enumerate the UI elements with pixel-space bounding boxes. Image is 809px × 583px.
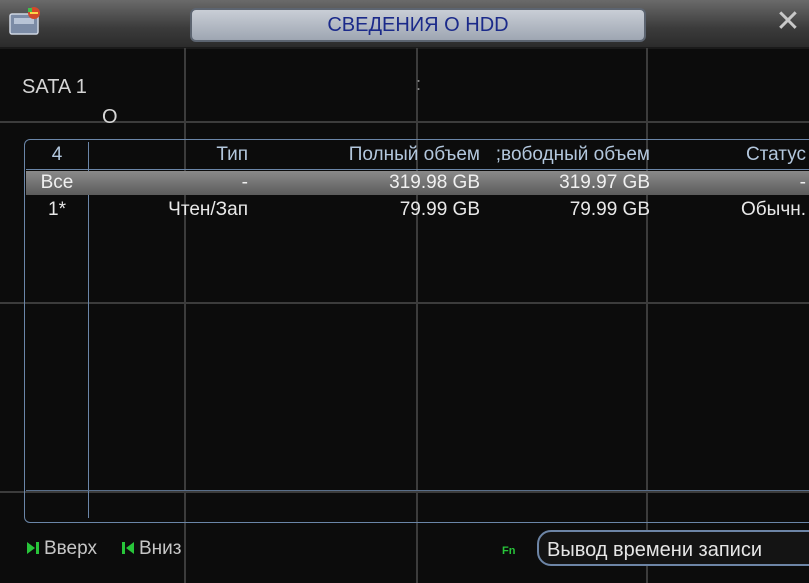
row-index: 1*	[48, 199, 66, 220]
close-icon[interactable]: ✕	[773, 7, 803, 38]
row-type: Чтен/Зап	[168, 199, 248, 220]
disk-label[interactable]: SATA 1	[22, 76, 87, 99]
title-bar: СВЕДЕНИЯ О HDD ✕	[0, 0, 809, 49]
column-status: Статус	[745, 144, 806, 165]
table-footer-divider	[26, 490, 809, 491]
table-row[interactable]: Все - 319.98 GB 319.97 GB -	[26, 171, 809, 195]
page-up-button[interactable]: Вверх	[26, 538, 97, 560]
header-divider	[26, 169, 809, 170]
table-row[interactable]: 1* Чтен/Зап 79.99 GB 79.99 GB Обычн.	[26, 198, 809, 222]
row-total: 79.99 GB	[399, 199, 480, 220]
row-free: 79.99 GB	[569, 199, 650, 220]
column-total: Полный объем	[348, 144, 480, 165]
page-down-label: Вниз	[139, 538, 182, 559]
column-free: ;вободный объем	[495, 144, 650, 165]
row-total: 319.98 GB	[389, 172, 480, 193]
window-title: СВЕДЕНИЯ О HDD	[190, 8, 646, 42]
row-status: -	[799, 172, 806, 193]
fn-icon: Fn	[502, 545, 516, 557]
row-type: -	[241, 172, 248, 193]
hdd-icon	[9, 7, 40, 35]
column-index: 4	[51, 144, 63, 165]
page-down-button[interactable]: Вниз	[121, 538, 182, 560]
table-header: 4 Тип Полный объем ;вободный объем Стату…	[26, 143, 809, 167]
page-down-icon	[122, 542, 134, 554]
page-up-label: Вверх	[44, 538, 97, 559]
record-time-button[interactable]: Вывод времени записи	[537, 530, 809, 566]
separator-mark: :	[416, 74, 422, 94]
grid-line	[0, 121, 809, 123]
disk-sub-label: O	[102, 106, 118, 128]
row-free: 319.97 GB	[559, 172, 650, 193]
column-type: Тип	[216, 144, 248, 165]
hdd-table: 4 Тип Полный объем ;вободный объем Стату…	[24, 139, 809, 523]
page-up-icon	[27, 542, 39, 554]
row-status: Обычн.	[741, 199, 806, 220]
row-index: Все	[40, 172, 74, 193]
